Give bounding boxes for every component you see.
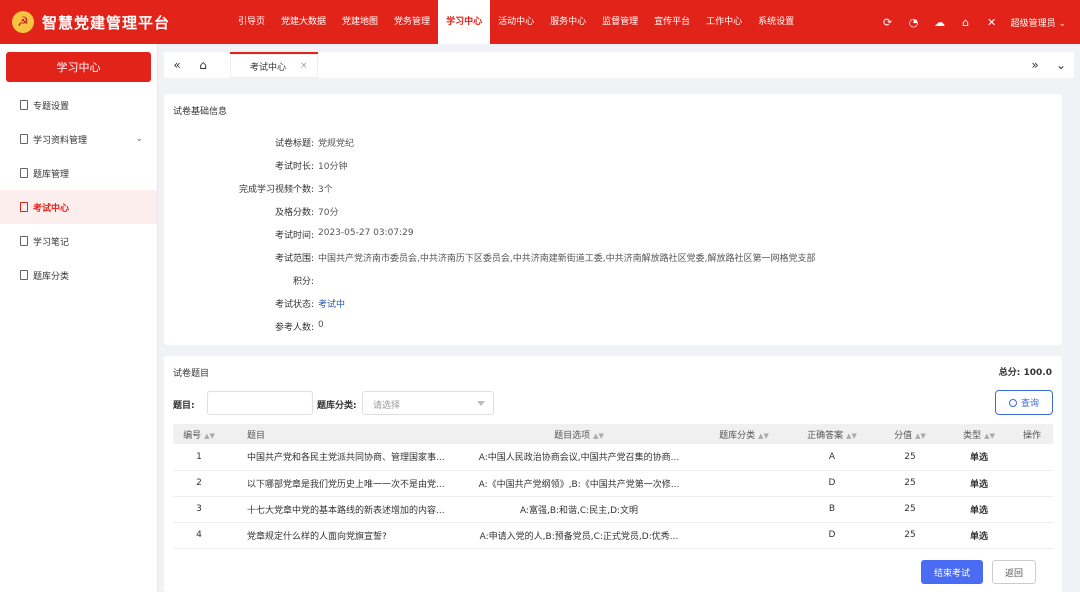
table-row[interactable]: 3 十七大党章中党的基本路线的新表述增加的内容... A:富强,B:和谐,C:民… <box>173 496 1053 522</box>
refresh-icon[interactable]: ⟳ <box>875 16 901 29</box>
title-filter-label: 题目: <box>173 401 195 411</box>
query-button[interactable]: 查询 <box>995 390 1053 415</box>
sidebar-item-label: 专题设置 <box>33 101 70 112</box>
tab-exam-center[interactable]: 考试中心 × <box>230 52 318 78</box>
document-icon <box>20 236 28 246</box>
sidebar-item-topics[interactable]: 专题设置 <box>0 88 157 122</box>
palette-icon[interactable]: ☁ <box>927 16 953 29</box>
document-icon <box>20 100 28 110</box>
exam-info-panel: 试卷基础信息 试卷标题: 党规党纪 考试时长: 10分钟 完成学习视频个数: 3个 及… <box>164 94 1062 345</box>
field-videos: 完成学习视频个数: 3个 <box>238 185 333 195</box>
nav-publicity[interactable]: 宣传平台 <box>646 0 698 44</box>
tab-label: 考试中心 <box>250 62 287 73</box>
caret-down-icon <box>477 401 485 406</box>
nav-learning[interactable]: 学习中心 <box>438 0 491 44</box>
field-duration: 考试时长: 10分钟 <box>274 162 348 172</box>
app-title: 智慧党建管理平台 <box>42 13 171 32</box>
document-icon <box>20 168 28 178</box>
sidebar-item-label: 题库管理 <box>33 169 70 180</box>
sort-icon: ▲▼ <box>984 431 995 440</box>
col-title: 题目 <box>247 430 266 441</box>
section-title: 试卷基础信息 <box>173 107 228 117</box>
document-icon <box>20 270 28 280</box>
document-icon <box>20 202 28 212</box>
field-exam-time: 考试时间: 2023-05-27 03:07:29 <box>274 228 414 241</box>
col-score[interactable]: 分值 ▲▼ <box>873 424 947 444</box>
document-icon <box>20 134 28 144</box>
table-row[interactable]: 4 党章规定什么样的人面向党旗宣誓? A:申请入党的人,B:预备党员,C:正式党… <box>173 522 1053 548</box>
sidebar: 学习中心 专题设置 学习资料管理 ⌄ 题库管理 考试中心 学习笔记 题库分类 <box>0 44 158 592</box>
nav-bigdata[interactable]: 党建大数据 <box>273 0 334 44</box>
nav-guide[interactable]: 引导页 <box>230 0 273 44</box>
nav-activity[interactable]: 活动中心 <box>490 0 542 44</box>
table-header-row: 编号 ▲▼ 题目 题目选项 ▲▼ 题库分类 ▲▼ 正确答案 ▲▼ 分值 ▲▼ 类型 ▲▼ 操… <box>173 424 1053 444</box>
col-action: 操作 <box>1022 430 1041 441</box>
sidebar-item-materials[interactable]: 学习资料管理 ⌄ <box>0 122 157 156</box>
sidebar-item-question-bank[interactable]: 题库管理 <box>0 156 157 190</box>
total-score: 总分: 100.0 <box>998 368 1052 378</box>
nav-work[interactable]: 工作中心 <box>698 0 750 44</box>
field-status: 考试状态: 考试中 <box>164 297 345 310</box>
category-filter-label: 题库分类: <box>317 401 357 411</box>
close-icon[interactable]: × <box>300 61 308 71</box>
chevron-down-icon[interactable]: ⌄ <box>1048 58 1074 72</box>
sidebar-item-notes[interactable]: 学习笔记 <box>0 224 157 258</box>
user-menu[interactable]: 超级管理员 ⌄ <box>1011 16 1066 29</box>
nav-settings[interactable]: 系统设置 <box>750 0 802 44</box>
tag-icon[interactable]: ⌂ <box>953 16 979 29</box>
nav-affairs[interactable]: 党务管理 <box>386 0 438 44</box>
questions-table: 编号 ▲▼ 题目 题目选项 ▲▼ 题库分类 ▲▼ 正确答案 ▲▼ 分值 ▲▼ 类型 ▲▼ 操… <box>173 424 1053 549</box>
double-chevron-left-icon[interactable]: « <box>164 58 190 72</box>
home-icon[interactable]: ⌂ <box>190 58 216 72</box>
col-category[interactable]: 题库分类 ▲▼ <box>697 424 791 444</box>
end-exam-button[interactable]: 结束考试 <box>921 560 983 584</box>
chevron-down-icon: ⌄ <box>135 134 143 144</box>
sidebar-item-label: 考试中心 <box>33 203 70 214</box>
sidebar-heading: 学习中心 <box>6 52 151 82</box>
sidebar-item-exam-center[interactable]: 考试中心 <box>0 190 157 224</box>
status-badge: 考试中 <box>318 300 346 310</box>
title-filter-input[interactable] <box>207 391 313 415</box>
field-scope: 考试范围: 中国共产党济南市委员会,中共济南历下区委员会,中共济南建新街道工委,中… <box>274 254 816 264</box>
category-select[interactable]: 请选择 <box>362 391 494 415</box>
party-emblem-icon: ☭ <box>12 11 34 33</box>
col-options[interactable]: 题目选项 ▲▼ <box>461 424 697 444</box>
sidebar-item-label: 题库分类 <box>33 271 70 282</box>
main-nav: 引导页 党建大数据 党建地图 党务管理 学习中心 活动中心 服务中心 监督管理 … <box>230 0 802 44</box>
nav-supervision[interactable]: 监督管理 <box>594 0 646 44</box>
sort-icon: ▲▼ <box>204 431 215 440</box>
sort-icon: ▲▼ <box>846 431 857 440</box>
sort-icon: ▲▼ <box>915 431 926 440</box>
sort-icon: ▲▼ <box>593 431 604 440</box>
sidebar-item-label: 学习资料管理 <box>33 135 88 146</box>
fullscreen-icon[interactable]: ✕ <box>979 16 1005 29</box>
field-points: 积分: <box>292 277 314 287</box>
nav-map[interactable]: 党建地图 <box>334 0 386 44</box>
search-icon <box>1008 398 1017 407</box>
table-row[interactable]: 2 以下哪部党章是我们党历史上唯一一次不是由党... A:《中国共产党纲领》,B… <box>173 470 1053 496</box>
field-title: 试卷标题: 党规党纪 <box>274 139 355 149</box>
table-row[interactable]: 1 中国共产党和各民主党派共同协商、管理国家事... A:中国人民政治协商会议,… <box>173 444 1053 470</box>
nav-service[interactable]: 服务中心 <box>542 0 594 44</box>
col-answer[interactable]: 正确答案 ▲▼ <box>791 424 873 444</box>
top-bar: ☭ 智慧党建管理平台 引导页 党建大数据 党建地图 党务管理 学习中心 活动中心… <box>0 0 1080 44</box>
sidebar-item-label: 学习笔记 <box>33 237 70 248</box>
back-button[interactable]: 返回 <box>992 560 1036 584</box>
tab-bar: « ⌂ 考试中心 × » ⌄ <box>164 52 1074 78</box>
toolbar: ⟳ ◔ ☁ ⌂ ✕ 超级管理员 ⌄ <box>875 16 1080 29</box>
field-participants: 参考人数: 0 <box>274 320 324 333</box>
lock-icon[interactable]: ◔ <box>901 16 927 29</box>
questions-panel: 试卷题目 总分: 100.0 题目: 题库分类: 请选择 查询 编号 ▲▼ 题目 … <box>164 356 1062 592</box>
sort-icon: ▲▼ <box>758 431 769 440</box>
field-pass-score: 及格分数: 70分 <box>274 208 339 218</box>
section-title: 试卷题目 <box>173 369 210 379</box>
col-type[interactable]: 类型 ▲▼ <box>947 424 1011 444</box>
col-no[interactable]: 编号 ▲▼ <box>173 424 225 444</box>
double-chevron-right-icon[interactable]: » <box>1022 58 1048 72</box>
sidebar-item-categories[interactable]: 题库分类 <box>0 258 157 292</box>
brand[interactable]: ☭ 智慧党建管理平台 <box>0 11 230 33</box>
